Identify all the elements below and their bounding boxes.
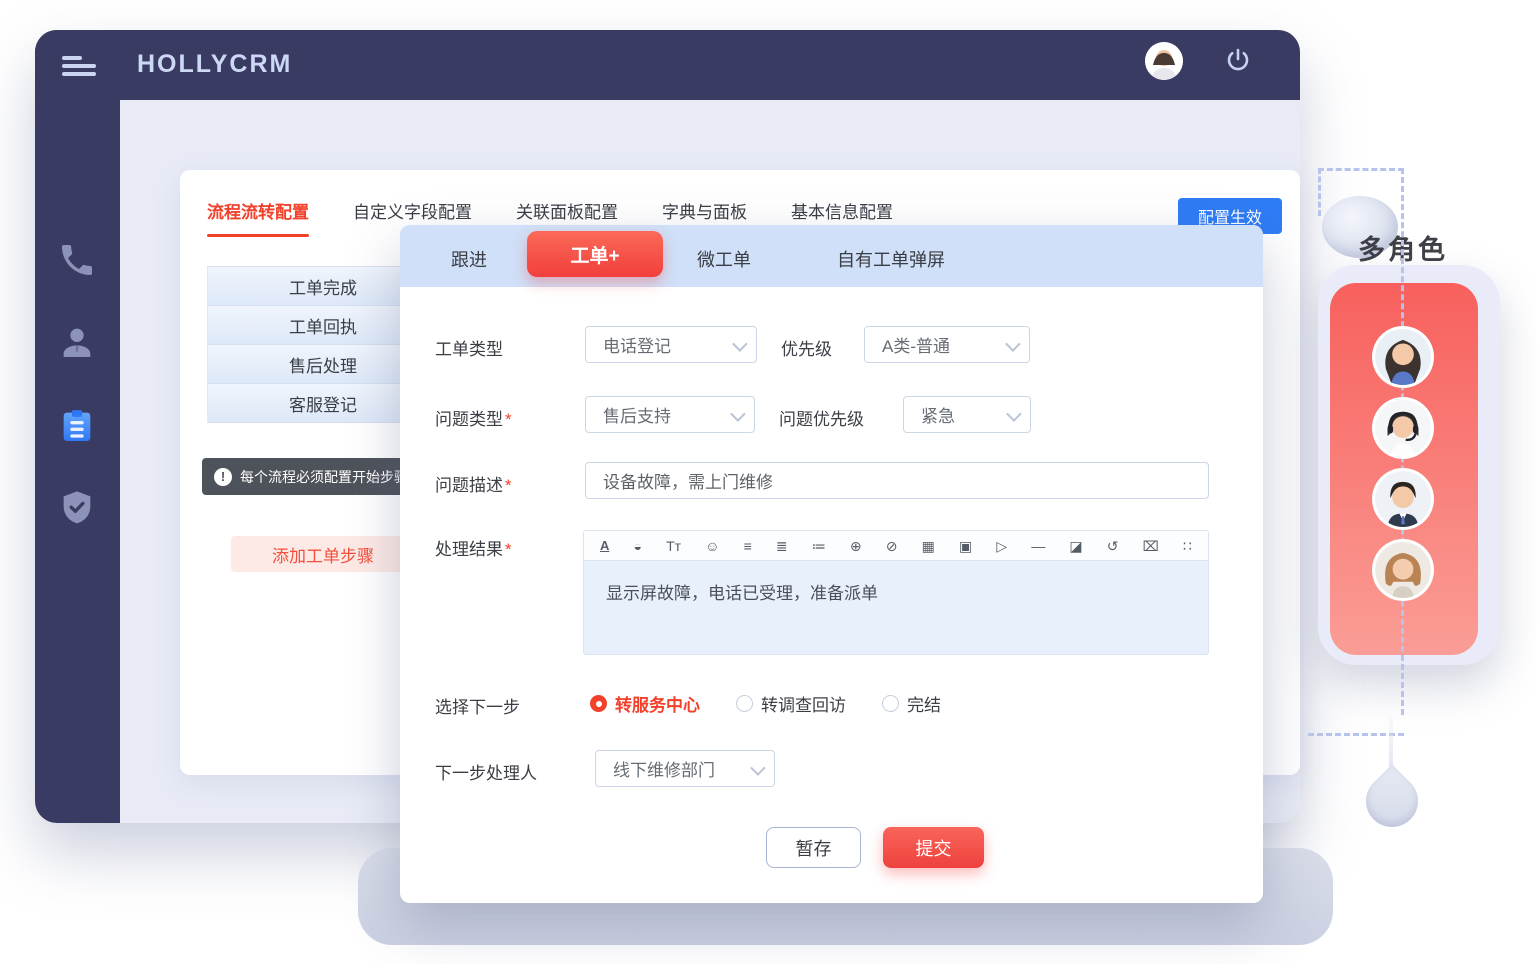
priority-select[interactable]: A类-普通 xyxy=(864,326,1030,363)
issue-priority-select[interactable]: 紧急 xyxy=(903,396,1031,433)
font-size-icon[interactable]: Tт xyxy=(666,539,681,553)
issue-type-select[interactable]: 售后支持 xyxy=(585,396,755,433)
next-step-label: 选择下一步 xyxy=(435,693,520,718)
result-label: 处理结果* xyxy=(435,535,512,560)
delete-icon[interactable]: ⌧ xyxy=(1143,539,1159,553)
link-icon[interactable]: ⊕ xyxy=(850,539,862,553)
workorder-modal: 跟进 工单+ 微工单 自有工单弹屏 工单类型 电话登记 优先级 A类-普通 问题… xyxy=(400,225,1263,903)
issue-desc-input[interactable]: 设备故障，需上门维修 xyxy=(585,462,1209,499)
sidebar-item-workorders[interactable] xyxy=(57,406,97,446)
modal-tabbar: 跟进 工单+ 微工单 自有工单弹屏 xyxy=(400,225,1263,287)
avatar-agent-3 xyxy=(1372,468,1434,530)
screenshot-stage: HOLLYCRM xyxy=(0,0,1537,964)
user-avatar[interactable] xyxy=(1145,42,1183,80)
next-step-options: 转服务中心 转调查回访 完结 xyxy=(590,691,977,716)
eraser-icon[interactable]: ◪ xyxy=(1069,539,1082,553)
logout-power-icon[interactable] xyxy=(1223,46,1253,76)
app-logo: HOLLYCRM xyxy=(137,50,292,79)
font-color-icon[interactable]: ◒ xyxy=(634,539,642,553)
chevron-down-icon xyxy=(750,760,766,776)
dashed-line xyxy=(1318,168,1321,216)
chevron-down-icon xyxy=(730,406,746,422)
radio-survey-callback[interactable]: 转调查回访 xyxy=(736,691,846,716)
issue-type-label: 问题类型* xyxy=(435,405,512,430)
tooltip-text: 每个流程必须配置开始步骤 xyxy=(240,467,408,487)
radio-finish[interactable]: 完结 xyxy=(882,691,941,716)
modal-tab-popup[interactable]: 自有工单弹屏 xyxy=(837,246,945,272)
undo-icon[interactable]: ↺ xyxy=(1107,539,1119,553)
add-step-button[interactable]: 添加工单步骤 xyxy=(231,536,415,572)
next-handler-select[interactable]: 线下维修部门 xyxy=(595,750,775,787)
chevron-down-icon xyxy=(1005,336,1021,352)
issue-desc-label: 问题描述* xyxy=(435,471,512,496)
tab-flow-config[interactable]: 流程流转配置 xyxy=(207,198,309,237)
fullscreen-icon[interactable]: ∷ xyxy=(1183,539,1192,553)
modal-tab-workorder[interactable]: 工单+ xyxy=(527,231,663,277)
image-icon[interactable]: ▣ xyxy=(959,539,972,553)
radio-unselected-icon xyxy=(736,695,753,712)
radio-selected-icon xyxy=(590,695,607,712)
avatar-agent-1 xyxy=(1372,326,1434,388)
unlink-icon[interactable]: ⊘ xyxy=(886,539,898,553)
sidebar-item-customers[interactable] xyxy=(57,322,97,362)
modal-tab-follow[interactable]: 跟进 xyxy=(451,246,487,272)
modal-tab-micro[interactable]: 微工单 xyxy=(697,246,751,272)
menu-toggle-icon[interactable] xyxy=(62,56,96,76)
issue-priority-label: 问题优先级 xyxy=(779,405,864,430)
save-draft-button[interactable]: 暂存 xyxy=(766,827,861,868)
horizontal-rule-icon[interactable]: ― xyxy=(1031,539,1045,553)
editor-toolbar: A ◒ Tт ☺ ≡ ≣ ≔ ⊕ ⊘ ▦ ▣ ▷ ― ◪ ↺ ⌧ ∷ xyxy=(583,530,1209,560)
radio-unselected-icon xyxy=(882,695,899,712)
align-icon[interactable]: ≣ xyxy=(776,539,788,553)
submit-button[interactable]: 提交 xyxy=(883,827,984,868)
warning-icon: ! xyxy=(214,468,232,486)
editor-content[interactable]: 显示屏故障，电话已受理，准备派单 xyxy=(583,560,1209,655)
sidebar-item-phone[interactable] xyxy=(57,240,97,280)
ticket-type-select[interactable]: 电话登记 xyxy=(585,326,757,363)
chevron-down-icon xyxy=(732,336,748,352)
sidebar-item-security[interactable] xyxy=(57,488,97,528)
avatar-agent-2 xyxy=(1372,397,1434,459)
water-drop xyxy=(1355,764,1429,838)
font-underline-icon[interactable]: A xyxy=(600,539,609,552)
avatar-agent-4 xyxy=(1372,539,1434,601)
list-icon[interactable]: ≔ xyxy=(812,539,826,553)
emoji-icon[interactable]: ☺ xyxy=(705,539,719,553)
table-icon[interactable]: ▦ xyxy=(922,539,935,553)
indent-icon[interactable]: ≡ xyxy=(744,539,752,553)
chevron-down-icon xyxy=(1006,406,1022,422)
next-handler-label: 下一步处理人 xyxy=(435,759,537,784)
dashed-line xyxy=(1318,168,1404,171)
video-icon[interactable]: ▷ xyxy=(996,539,1007,553)
ticket-type-label: 工单类型 xyxy=(435,335,503,360)
radio-service-center[interactable]: 转服务中心 xyxy=(590,691,700,716)
priority-label: 优先级 xyxy=(781,335,832,360)
rich-text-editor: A ◒ Tт ☺ ≡ ≣ ≔ ⊕ ⊘ ▦ ▣ ▷ ― ◪ ↺ ⌧ ∷ 显示屏故障… xyxy=(583,530,1209,655)
